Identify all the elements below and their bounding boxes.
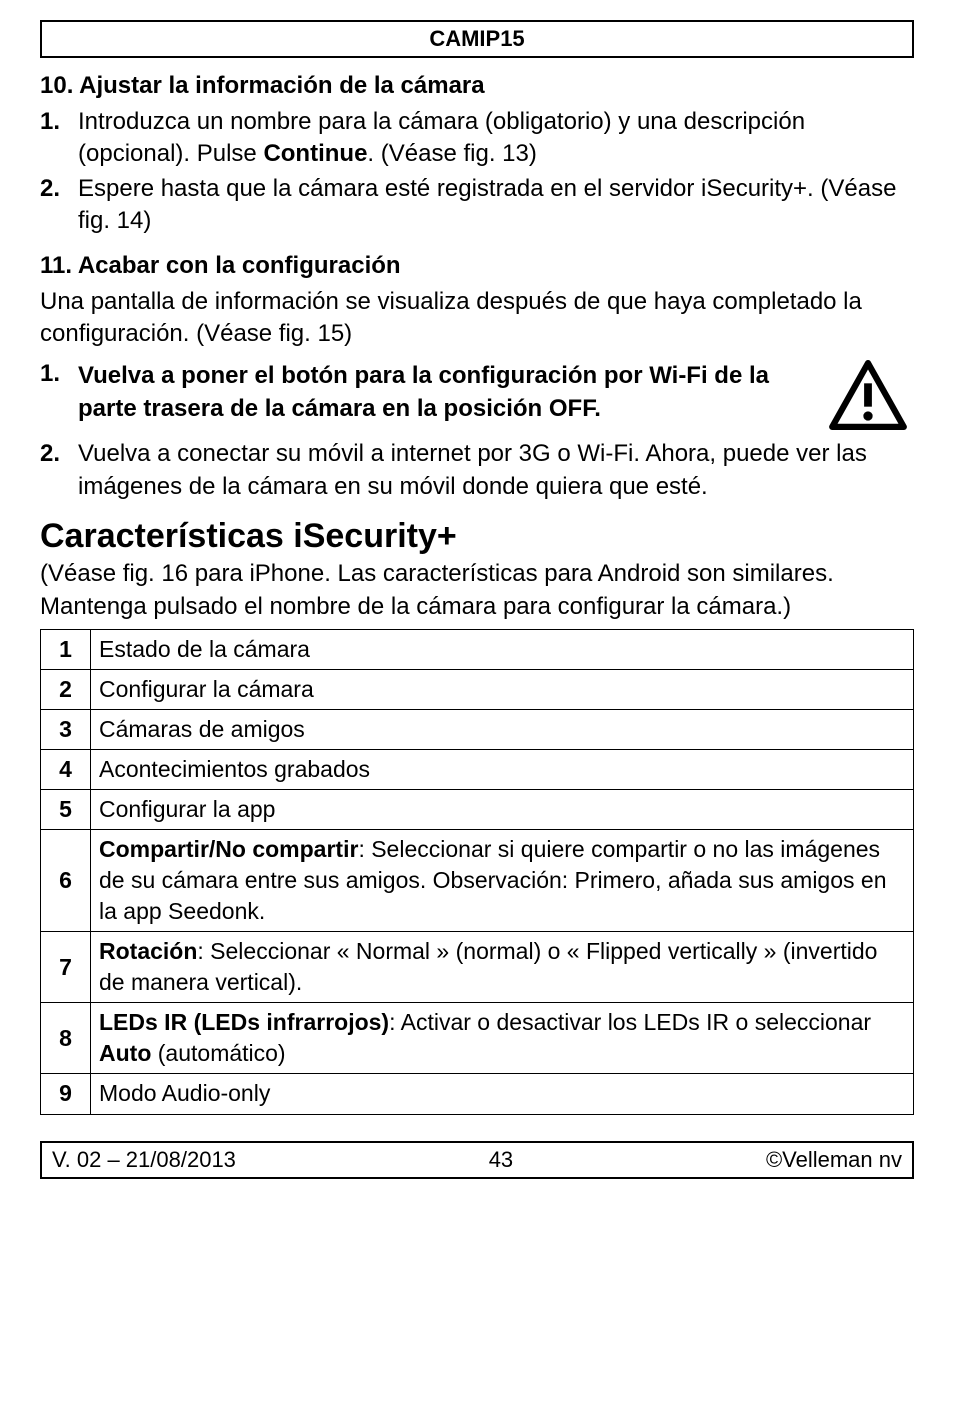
section10-title: 10. Ajustar la información de la cámara — [40, 72, 914, 100]
cell-text: Configurar la cámara — [99, 676, 314, 702]
row-number: 2 — [41, 669, 91, 709]
row-content: Modo Audio-only — [91, 1074, 914, 1114]
list-number: 2. — [40, 173, 78, 205]
row-content: Acontecimientos grabados — [91, 750, 914, 790]
row-number: 4 — [41, 750, 91, 790]
row-content: LEDs IR (LEDs infrarrojos): Activar o de… — [91, 1003, 914, 1074]
table-row: 3 Cámaras de amigos — [41, 710, 914, 750]
list-item: 1. Introduzca un nombre para la cámara (… — [40, 106, 914, 171]
row-number: 1 — [41, 629, 91, 669]
row-content: Rotación: Seleccionar « Normal » (normal… — [91, 932, 914, 1003]
header-title: CAMIP15 — [429, 26, 524, 51]
row-number: 8 — [41, 1003, 91, 1074]
cell-mid: : Activar o desactivar los LEDs IR o sel… — [389, 1009, 871, 1035]
row-number: 6 — [41, 830, 91, 932]
section11-title: 11. Acabar con la configuración — [40, 252, 914, 280]
footer-page: 43 — [489, 1147, 513, 1173]
footer-copyright: ©Velleman nv — [766, 1147, 902, 1173]
section10-list: 1. Introduzca un nombre para la cámara (… — [40, 106, 914, 238]
table-row: 2 Configurar la cámara — [41, 669, 914, 709]
row-content: Configurar la cámara — [91, 669, 914, 709]
list-item: 2. Vuelva a conectar su móvil a internet… — [40, 438, 914, 503]
row-number: 5 — [41, 790, 91, 830]
warning-icon — [828, 360, 908, 430]
text-post: . (Véase fig. 13) — [367, 140, 536, 167]
table-row: 4 Acontecimientos grabados — [41, 750, 914, 790]
list-content: Vuelva a conectar su móvil a internet po… — [78, 438, 914, 503]
row-content: Compartir/No compartir: Seleccionar si q… — [91, 830, 914, 932]
footer-version: V. 02 – 21/08/2013 — [52, 1147, 236, 1173]
row-content: Estado de la cámara — [91, 629, 914, 669]
text-bold: Continue — [263, 140, 367, 167]
cell-bold-2: Auto — [99, 1040, 151, 1066]
table-row: 9 Modo Audio-only — [41, 1074, 914, 1114]
row-number: 7 — [41, 932, 91, 1003]
features-intro: (Véase fig. 16 para iPhone. Las caracter… — [40, 558, 914, 623]
features-table: 1 Estado de la cámara 2 Configurar la cá… — [40, 629, 914, 1115]
table-row: 5 Configurar la app — [41, 790, 914, 830]
cell-text: Cámaras de amigos — [99, 716, 305, 742]
warning-row: 1. Vuelva a poner el botón para la confi… — [40, 360, 914, 430]
cell-text: Modo Audio-only — [99, 1080, 270, 1106]
cell-text: Estado de la cámara — [99, 636, 310, 662]
table-row: 8 LEDs IR (LEDs infrarrojos): Activar o … — [41, 1003, 914, 1074]
list-number: 1. — [40, 106, 78, 138]
header-box: CAMIP15 — [40, 20, 914, 58]
list-number: 2. — [40, 438, 78, 470]
table-row: 1 Estado de la cámara — [41, 629, 914, 669]
row-content: Cámaras de amigos — [91, 710, 914, 750]
row-number: 3 — [41, 710, 91, 750]
cell-text: : Seleccionar « Normal » (normal) o « Fl… — [99, 938, 877, 995]
table-row: 7 Rotación: Seleccionar « Normal » (norm… — [41, 932, 914, 1003]
cell-bold: LEDs IR (LEDs infrarrojos) — [99, 1009, 389, 1035]
list-content: Introduzca un nombre para la cámara (obl… — [78, 106, 914, 171]
cell-bold: Compartir/No compartir — [99, 836, 358, 862]
footer-box: V. 02 – 21/08/2013 43 ©Velleman nv — [40, 1141, 914, 1179]
row-content: Configurar la app — [91, 790, 914, 830]
cell-text: Acontecimientos grabados — [99, 756, 370, 782]
warning-text: Vuelva a poner el botón para la configur… — [78, 360, 810, 425]
list-item: 2. Espere hasta que la cámara esté regis… — [40, 173, 914, 238]
text-pre: Espere hasta que la cámara esté registra… — [78, 175, 896, 234]
list-content: Espere hasta que la cámara esté registra… — [78, 173, 914, 238]
section11-intro: Una pantalla de información se visualiza… — [40, 286, 914, 351]
cell-bold: Rotación — [99, 938, 197, 964]
list-number: 1. — [40, 360, 78, 388]
features-title: Características iSecurity+ — [40, 517, 914, 556]
table-row: 6 Compartir/No compartir: Seleccionar si… — [41, 830, 914, 932]
cell-post: (automático) — [151, 1040, 285, 1066]
cell-text: Configurar la app — [99, 796, 275, 822]
row-number: 9 — [41, 1074, 91, 1114]
